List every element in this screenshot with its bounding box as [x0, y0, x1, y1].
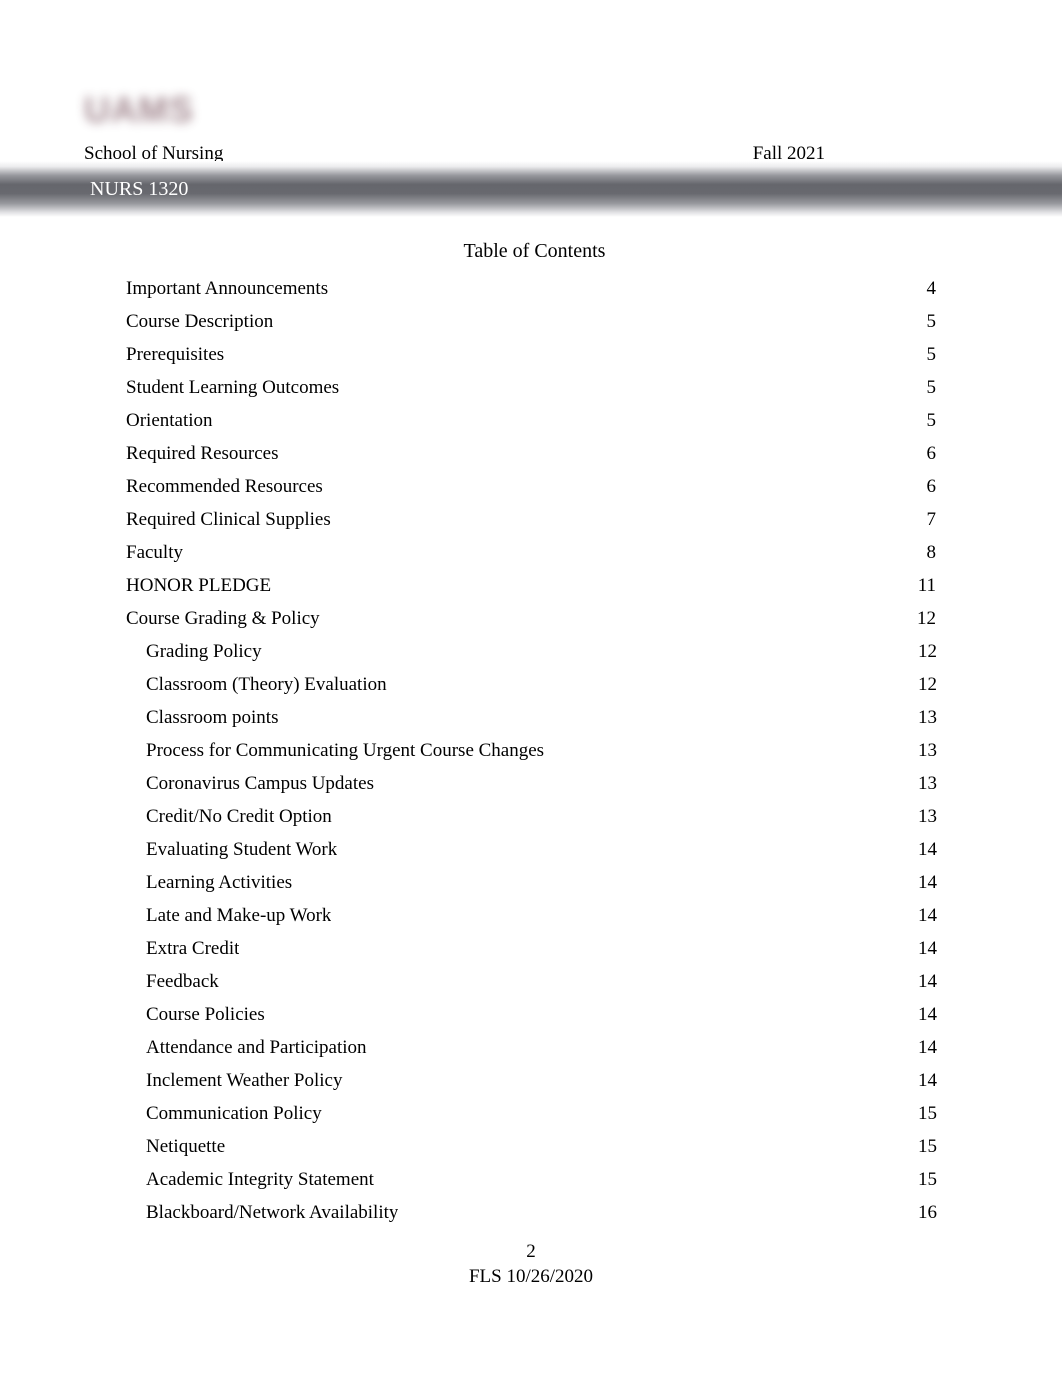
- toc-entry-page-number: 14: [918, 971, 937, 992]
- toc-entry-label: Inclement Weather Policy: [146, 1070, 343, 1091]
- toc-entry[interactable]: Required Resources 6: [126, 437, 937, 470]
- toc-entry-label: Learning Activities: [146, 872, 293, 893]
- toc-entry-label: Late and Make-up Work: [146, 905, 332, 926]
- footer-revision: FLS 10/26/2020: [468, 1266, 594, 1287]
- toc-entry-page-number: 4: [926, 278, 937, 299]
- toc-entry[interactable]: Inclement Weather Policy 14: [126, 1064, 937, 1097]
- toc-entry-label: Course Policies: [146, 1004, 265, 1025]
- toc-entry-page-number: 15: [918, 1103, 937, 1124]
- toc-entry-label: Important Announcements: [126, 278, 329, 299]
- toc-entry-label: Course Grading & Policy: [126, 608, 320, 629]
- table-of-contents: Table of Contents Important Announcement…: [126, 238, 937, 1229]
- toc-entry[interactable]: Coronavirus Campus Updates 13: [126, 767, 937, 800]
- toc-entry-label: Recommended Resources: [126, 476, 323, 497]
- toc-entry-label: Netiquette: [146, 1136, 226, 1157]
- toc-entry-label: Classroom (Theory) Evaluation: [146, 674, 387, 695]
- toc-entry[interactable]: Extra Credit 14: [126, 932, 937, 965]
- toc-entry-label: Required Resources: [126, 443, 279, 464]
- document-footer: 2 FLS 10/26/2020: [0, 1240, 1062, 1290]
- toc-entry-label: Prerequisites: [126, 344, 225, 365]
- toc-entry[interactable]: Learning Activities 14: [126, 866, 937, 899]
- toc-entry-label: Evaluating Student Work: [146, 839, 338, 860]
- toc-entry[interactable]: Credit/No Credit Option 13: [126, 800, 937, 833]
- toc-entry[interactable]: Process for Communicating Urgent Course …: [126, 734, 937, 767]
- toc-entry-page-number: 13: [918, 773, 937, 794]
- toc-entry-page-number: 12: [918, 674, 937, 695]
- toc-entry[interactable]: HONOR PLEDGE 11: [126, 569, 937, 602]
- footer-page-number: 2: [526, 1241, 536, 1262]
- toc-entry[interactable]: Late and Make-up Work 14: [126, 899, 937, 932]
- toc-entry-label: Feedback: [146, 971, 219, 992]
- table-of-contents-list: Important Announcements 4 Course Descripti…: [126, 272, 937, 1229]
- toc-entry-label: Blackboard/Network Availability: [146, 1202, 399, 1223]
- document-page: UAMS School of Nursing Fall 2021 NURS 13…: [0, 0, 1062, 1376]
- toc-entry-page-number: 5: [926, 311, 937, 332]
- toc-entry-page-number: 14: [918, 872, 937, 893]
- toc-entry[interactable]: Academic Integrity Statement 15: [126, 1163, 937, 1196]
- toc-entry-label: Credit/No Credit Option: [146, 806, 332, 827]
- university-logo: UAMS: [84, 86, 230, 134]
- toc-entry[interactable]: Netiquette 15: [126, 1130, 937, 1163]
- toc-entry-page-number: 7: [926, 509, 937, 530]
- toc-entry-label: Orientation: [126, 410, 213, 431]
- toc-entry-page-number: 14: [918, 1004, 937, 1025]
- toc-entry-label: Student Learning Outcomes: [126, 377, 340, 398]
- toc-entry-page-number: 14: [918, 1070, 937, 1091]
- course-code-band: NURS 1320: [0, 161, 1062, 217]
- toc-entry[interactable]: Student Learning Outcomes 5: [126, 371, 937, 404]
- toc-entry-page-number: 13: [918, 740, 937, 761]
- toc-entry-page-number: 15: [918, 1136, 937, 1157]
- toc-entry[interactable]: Recommended Resources 6: [126, 470, 937, 503]
- toc-entry[interactable]: Orientation 5: [126, 404, 937, 437]
- toc-entry[interactable]: Course Description 5: [126, 305, 937, 338]
- university-logo-text: UAMS: [84, 89, 194, 130]
- toc-entry-page-number: 13: [918, 707, 937, 728]
- toc-entry[interactable]: Blackboard/Network Availability 16: [126, 1196, 937, 1229]
- toc-entry-page-number: 16: [918, 1202, 937, 1223]
- toc-entry-label: Course Description: [126, 311, 274, 332]
- toc-entry-label: Classroom points: [146, 707, 279, 728]
- toc-entry[interactable]: Classroom points 13: [126, 701, 937, 734]
- toc-entry[interactable]: Classroom (Theory) Evaluation 12: [126, 668, 937, 701]
- toc-entry-page-number: 6: [926, 443, 937, 464]
- toc-entry-page-number: 14: [918, 839, 937, 860]
- toc-entry-label: Process for Communicating Urgent Course …: [146, 740, 545, 761]
- toc-entry-label: Communication Policy: [146, 1103, 322, 1124]
- toc-entry-label: Extra Credit: [146, 938, 240, 959]
- toc-entry-page-number: 14: [918, 905, 937, 926]
- toc-entry[interactable]: Evaluating Student Work 14: [126, 833, 937, 866]
- toc-entry-page-number: 5: [926, 410, 937, 431]
- toc-entry-page-number: 12: [917, 608, 936, 629]
- toc-entry-page-number: 14: [918, 938, 937, 959]
- toc-entry-page-number: 11: [917, 575, 936, 596]
- toc-entry[interactable]: Faculty 8: [126, 536, 937, 569]
- toc-entry-label: Required Clinical Supplies: [126, 509, 331, 530]
- toc-entry[interactable]: Attendance and Participation 14: [126, 1031, 937, 1064]
- toc-entry-page-number: 13: [918, 806, 937, 827]
- toc-entry[interactable]: Prerequisites 5: [126, 338, 937, 371]
- table-of-contents-title: Table of Contents: [463, 240, 606, 262]
- toc-entry-page-number: 6: [926, 476, 937, 497]
- toc-entry-label: Grading Policy: [146, 641, 262, 662]
- toc-entry[interactable]: Communication Policy 15: [126, 1097, 937, 1130]
- toc-entry-label: Faculty: [126, 542, 183, 563]
- toc-entry-label: Coronavirus Campus Updates: [146, 773, 374, 794]
- toc-entry-label: Attendance and Participation: [146, 1037, 367, 1058]
- toc-entry-page-number: 8: [926, 542, 937, 563]
- toc-entry-page-number: 12: [918, 641, 937, 662]
- toc-entry-page-number: 15: [918, 1169, 937, 1190]
- toc-entry[interactable]: Course Grading & Policy 12: [126, 602, 937, 635]
- toc-entry-page-number: 5: [926, 377, 937, 398]
- toc-entry-label: Academic Integrity Statement: [146, 1169, 374, 1190]
- course-code: NURS 1320: [90, 178, 189, 200]
- toc-entry-label: HONOR PLEDGE: [126, 575, 272, 596]
- toc-entry[interactable]: Required Clinical Supplies 7: [126, 503, 937, 536]
- toc-entry-page-number: 14: [918, 1037, 937, 1058]
- toc-entry[interactable]: Course Policies 14: [126, 998, 937, 1031]
- toc-entry[interactable]: Feedback 14: [126, 965, 937, 998]
- toc-entry[interactable]: Grading Policy 12: [126, 635, 937, 668]
- toc-entry-page-number: 5: [926, 344, 937, 365]
- toc-entry[interactable]: Important Announcements 4: [126, 272, 937, 305]
